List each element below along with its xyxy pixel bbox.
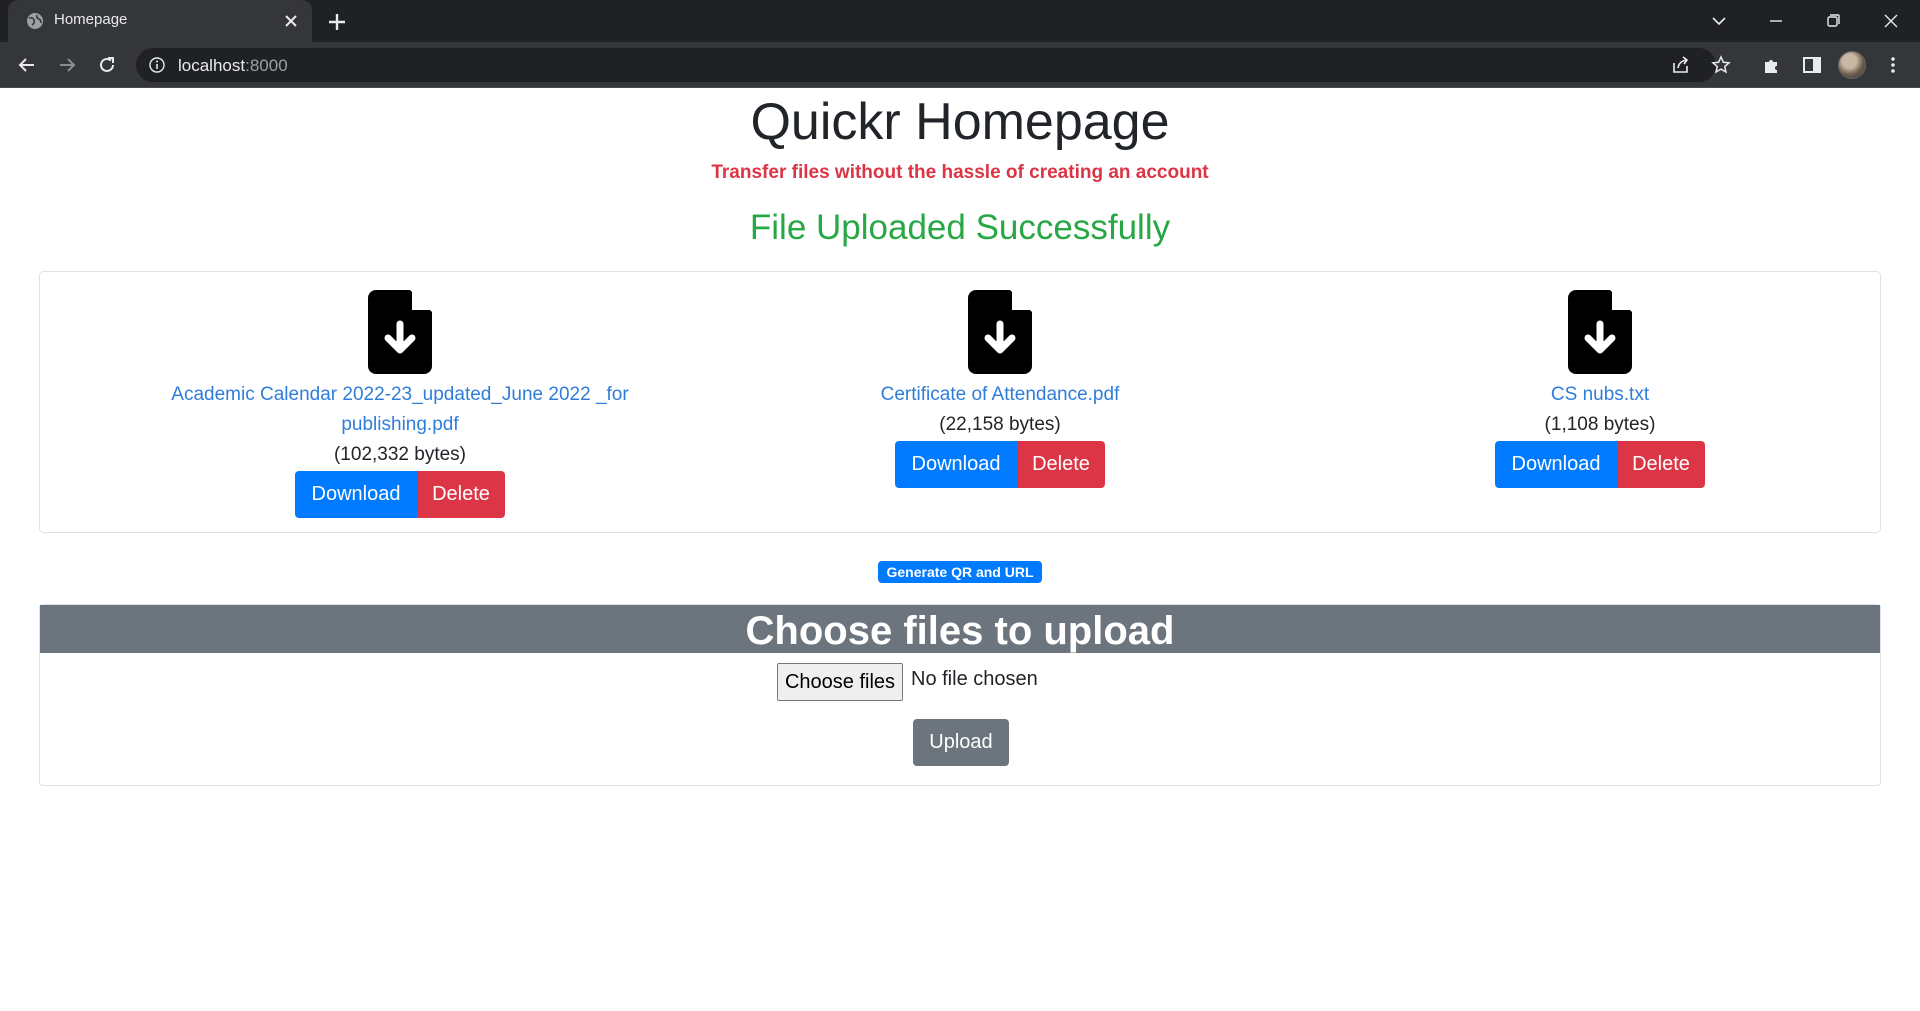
file-link[interactable]: Certificate of Attendance.pdf [700, 380, 1300, 410]
uploaded-files-card: Academic Calendar 2022-23_updated_June 2… [39, 271, 1881, 533]
browser-tab[interactable]: Homepage [8, 0, 312, 42]
file-download-icon [368, 290, 432, 374]
download-button[interactable]: Download [1495, 441, 1617, 488]
page-title: Quickr Homepage [750, 93, 1170, 151]
file-download-icon [968, 290, 1032, 374]
file-actions: Download Delete [295, 471, 505, 518]
browser-tab-bar: Homepage [0, 0, 1920, 42]
download-button[interactable]: Download [895, 441, 1017, 488]
tab-search-icon[interactable] [1706, 8, 1732, 34]
file-actions: Download Delete [895, 441, 1105, 488]
file-item: CS nubs.txt (1,108 bytes) Download Delet… [1300, 272, 1900, 532]
delete-button[interactable]: Delete [1017, 441, 1105, 488]
page-content: Quickr Homepage Transfer files without t… [0, 88, 1920, 1011]
bookmark-star-icon[interactable] [1710, 54, 1732, 76]
file-name-line2: publishing.pdf [341, 414, 459, 435]
choose-files-button[interactable]: Choose files [777, 663, 903, 701]
url-port: :8000 [245, 56, 288, 75]
upload-status-message: File Uploaded Successfully [749, 208, 1171, 247]
file-actions: Download Delete [1495, 441, 1705, 488]
upload-card: Choose files to upload Choose files No f… [39, 604, 1881, 786]
close-tab-icon[interactable] [280, 10, 302, 32]
file-link[interactable]: Academic Calendar 2022-23_updated_June 2… [100, 380, 700, 440]
file-name-line1: CS nubs.txt [1550, 384, 1650, 405]
file-size: (1,108 bytes) [1544, 414, 1656, 435]
back-icon[interactable] [14, 52, 40, 78]
minimize-icon[interactable] [1763, 8, 1789, 34]
file-name-line1: Certificate of Attendance.pdf [880, 384, 1120, 405]
close-window-icon[interactable] [1878, 8, 1904, 34]
forward-icon[interactable] [54, 52, 80, 78]
no-file-chosen-text: No file chosen [911, 668, 1038, 690]
url-text: localhost:8000 [178, 56, 288, 76]
profile-avatar[interactable] [1838, 51, 1866, 79]
new-tab-icon[interactable] [324, 9, 350, 35]
delete-button[interactable]: Delete [1617, 441, 1705, 488]
browser-toolbar: localhost:8000 [0, 42, 1920, 88]
file-size: (102,332 bytes) [333, 444, 467, 465]
delete-button[interactable]: Delete [417, 471, 505, 518]
page-subtitle: Transfer files without the hassle of cre… [711, 162, 1209, 183]
upload-header: Choose files to upload [40, 605, 1880, 653]
globe-icon [27, 13, 43, 29]
file-item: Academic Calendar 2022-23_updated_June 2… [100, 272, 700, 532]
extensions-icon[interactable] [1759, 52, 1785, 78]
address-bar[interactable]: localhost:8000 [136, 48, 1731, 82]
file-download-icon [1568, 290, 1632, 374]
url-host: localhost [178, 56, 246, 75]
download-button[interactable]: Download [295, 471, 417, 518]
generate-qr-button[interactable]: Generate QR and URL [878, 561, 1042, 583]
menu-kebab-icon[interactable] [1880, 52, 1906, 78]
tab-title: Homepage [54, 11, 128, 28]
side-panel-icon[interactable] [1799, 52, 1825, 78]
file-size: (22,158 bytes) [939, 414, 1061, 435]
upload-button[interactable]: Upload [913, 719, 1009, 766]
reload-icon[interactable] [94, 52, 120, 78]
file-item: Certificate of Attendance.pdf (22,158 by… [700, 272, 1300, 532]
restore-icon[interactable] [1820, 8, 1846, 34]
share-icon[interactable] [1670, 54, 1692, 76]
info-icon[interactable] [148, 56, 166, 74]
file-link[interactable]: CS nubs.txt [1300, 380, 1900, 410]
file-name-line1: Academic Calendar 2022-23_updated_June 2… [171, 384, 629, 405]
